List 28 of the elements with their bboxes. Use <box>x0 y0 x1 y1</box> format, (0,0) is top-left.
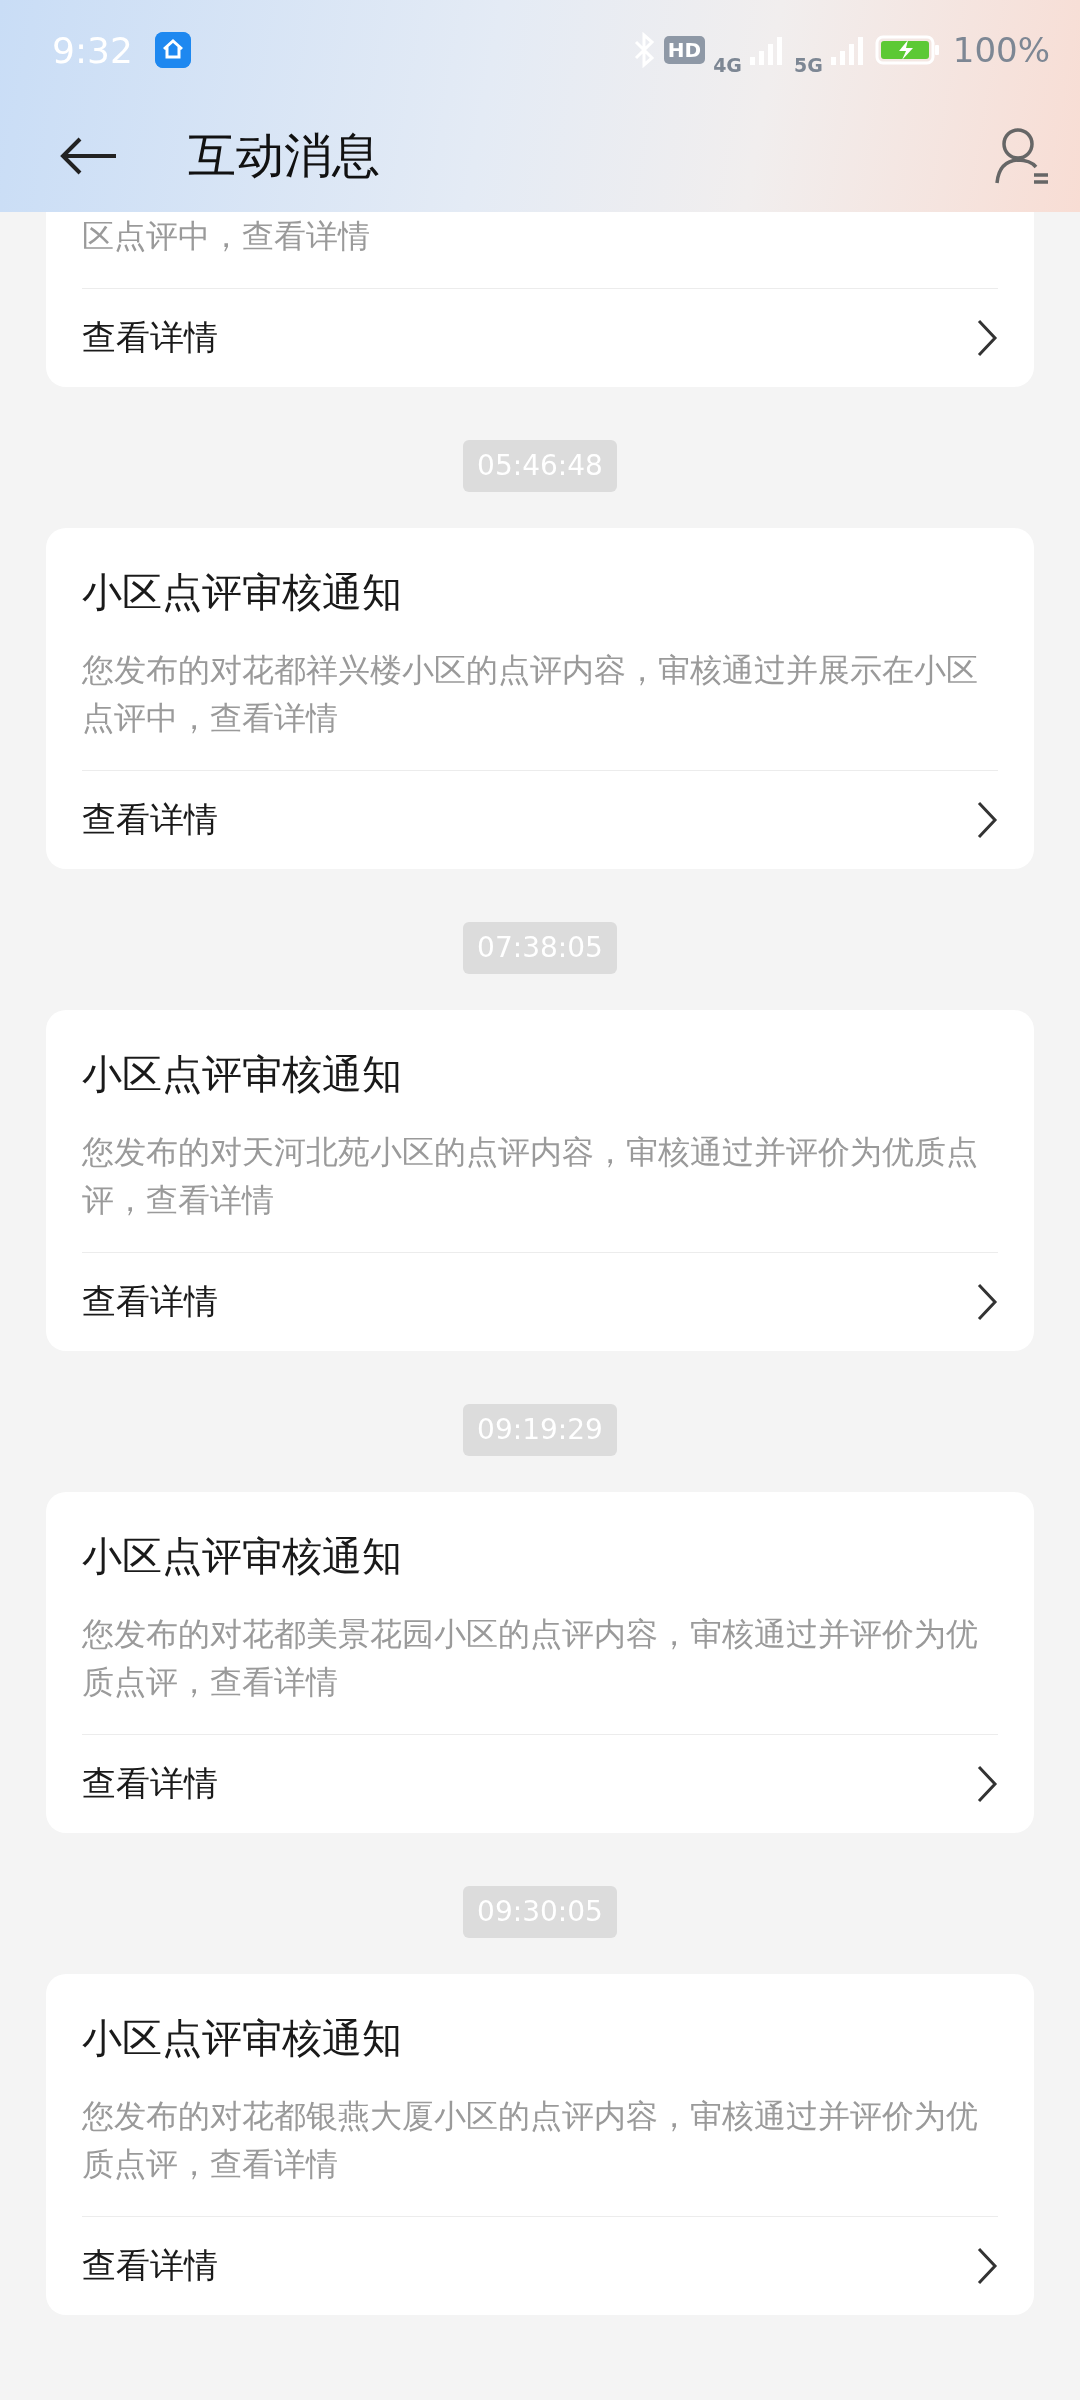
view-details-link[interactable]: 查看详情 <box>46 771 1034 869</box>
hd-label: HD <box>663 36 706 64</box>
message-text: 您发布的对花都银燕大厦小区的点评内容，审核通过并评价为优质点评，查看详情 <box>82 2092 998 2217</box>
message-title: 小区点评审核通知 <box>82 1532 403 1581</box>
battery-icon <box>874 34 941 66</box>
app-icon <box>154 32 191 68</box>
message-text: 您发布的对天河北苑小区的点评内容，审核通过并评价为优质点评，查看详情 <box>82 1128 998 1253</box>
network-label: 5G <box>793 54 823 76</box>
view-details-link[interactable]: 查看详情 <box>46 1253 1034 1351</box>
page-title: 互动消息 <box>188 126 381 185</box>
battery-percent: 100% <box>952 30 1050 70</box>
chevron-right-icon <box>976 800 998 840</box>
message-title: 小区点评审核通知 <box>82 568 403 617</box>
view-details-link[interactable]: 查看详情 <box>46 289 1034 387</box>
message-text: 您发布的对花都祥兴楼小区的点评内容，审核通过并展示在小区点评中，查看详情 <box>82 646 998 771</box>
message-title: 小区点评审核通知 <box>82 1050 403 1099</box>
chevron-right-icon <box>976 318 998 358</box>
message-text: 您发布的对花都美景花园小区的点评内容，审核通过并评价为优质点评，查看详情 <box>82 1610 998 1735</box>
view-details-link[interactable]: 查看详情 <box>46 2217 1034 2315</box>
message-title: 小区点评审核通知 <box>82 2014 403 2063</box>
message-text: 区点评中，查看详情 <box>82 212 998 289</box>
chevron-right-icon <box>976 2246 998 2286</box>
back-icon[interactable] <box>60 136 118 176</box>
profile-icon[interactable] <box>994 127 1050 185</box>
network-label: 4G <box>713 54 742 76</box>
chevron-right-icon <box>976 1764 998 1804</box>
chevron-right-icon <box>976 1282 998 1322</box>
view-details-link[interactable]: 查看详情 <box>46 1735 1034 1833</box>
